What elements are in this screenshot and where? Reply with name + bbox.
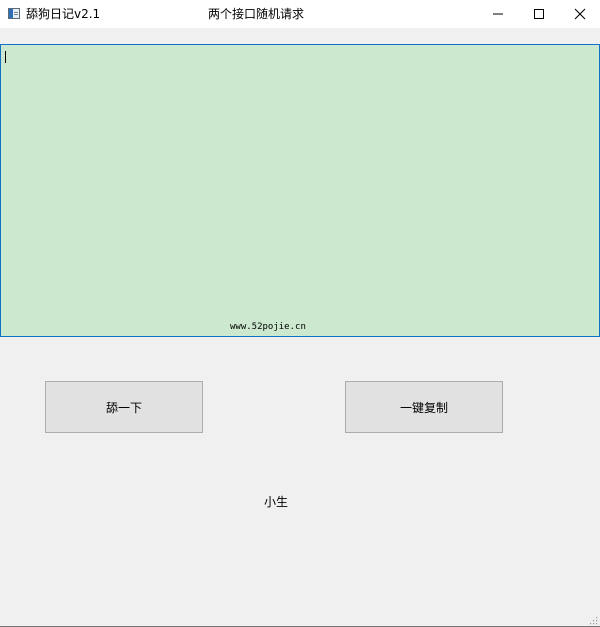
maximize-icon <box>534 9 544 19</box>
copy-button[interactable]: 一键复制 <box>345 381 503 433</box>
close-button[interactable] <box>560 0 600 28</box>
title-bar[interactable]: 舔狗日记v2.1 两个接口随机请求 <box>0 0 600 28</box>
window-title: 舔狗日记v2.1 <box>26 7 101 21</box>
resize-grip-icon[interactable] <box>588 615 598 625</box>
text-caret <box>5 51 6 63</box>
maximize-button[interactable] <box>519 0 559 28</box>
app-window: 舔狗日记v2.1 两个接口随机请求 www.52pojie.cn 舔一下 一键复… <box>0 0 600 627</box>
close-icon <box>574 8 586 20</box>
diary-text-area[interactable]: www.52pojie.cn <box>0 44 600 337</box>
subtitle-label: 两个接口随机请求 <box>208 7 305 21</box>
author-label: 小生 <box>264 495 289 509</box>
app-icon <box>8 8 20 19</box>
minimize-button[interactable] <box>478 0 518 28</box>
watermark-text: www.52pojie.cn <box>230 322 306 332</box>
lick-button[interactable]: 舔一下 <box>45 381 203 433</box>
minimize-icon <box>493 13 503 15</box>
